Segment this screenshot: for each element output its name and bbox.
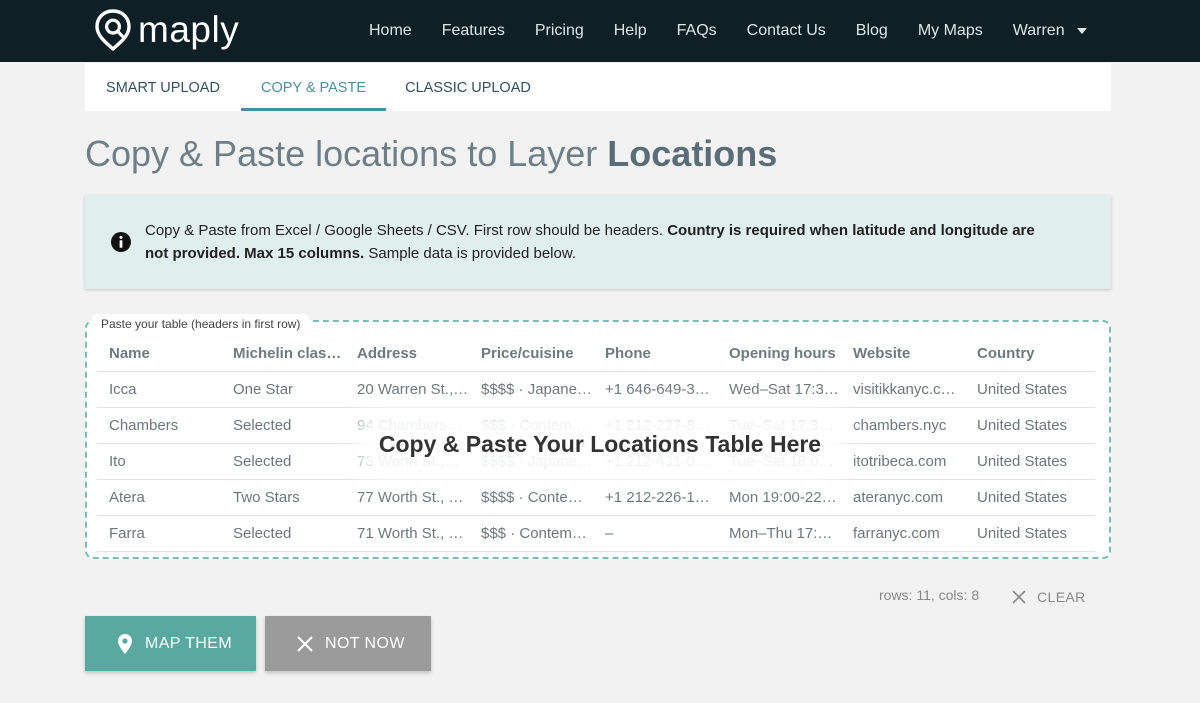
table-header-cell: Country	[977, 345, 1035, 362]
table-header-cell: Price/cuisine	[481, 345, 574, 362]
close-icon	[1012, 590, 1026, 604]
table-cell: United States	[977, 525, 1068, 542]
map-them-button[interactable]: MAP THEM	[85, 616, 256, 671]
nav-link-contact-us[interactable]: Contact Us	[732, 22, 841, 40]
table-cell: chambers.nyc	[853, 417, 947, 434]
table-cell: 77 Worth St., …	[357, 489, 464, 506]
nav-link-my-maps[interactable]: My Maps	[903, 22, 998, 40]
close-icon	[297, 636, 313, 651]
table-cell: Mon 19:00-22…	[729, 489, 837, 506]
table-cell: itotribeca.com	[853, 453, 947, 470]
paste-overlay-text: Copy & Paste Your Locations Table Here	[369, 422, 831, 466]
table-header-cell: Michelin class…	[233, 345, 345, 362]
nav-link-help[interactable]: Help	[599, 22, 662, 40]
table-row: Farra Selected 71 Worth St., … $$$ · Con…	[97, 516, 1095, 552]
nav-link-features[interactable]: Features	[427, 22, 520, 40]
table-header-cell: Name	[109, 345, 150, 362]
user-menu[interactable]: Warren	[998, 22, 1080, 40]
table-cell: Icca	[109, 381, 137, 398]
info-text: Copy & Paste from Excel / Google Sheets …	[145, 219, 1045, 265]
table-cell: United States	[977, 381, 1068, 398]
table-header-row: Name Michelin class… Address Price/cuisi…	[97, 336, 1095, 372]
table-cell: Chambers	[109, 417, 179, 434]
table-header-cell: Website	[853, 345, 911, 362]
nav-link-faqs[interactable]: FAQs	[662, 22, 732, 40]
table-cell: United States	[977, 489, 1068, 506]
table-cell: Farra	[109, 525, 145, 542]
table-cell: 20 Warren St.,…	[357, 381, 469, 398]
map-them-label: MAP THEM	[145, 634, 233, 652]
table-cell: Wed–Sat 17:3…	[729, 381, 839, 398]
nav-link-pricing[interactable]: Pricing	[520, 22, 599, 40]
tab-copy-paste[interactable]: COPY & PASTE	[241, 63, 386, 111]
page-title: Copy & Paste locations to Layer Location…	[85, 133, 777, 175]
table-header-cell: Opening hours	[729, 345, 836, 362]
tab-classic-upload[interactable]: CLASSIC UPLOAD	[386, 63, 550, 111]
table-cell: +1 646-649-3…	[605, 381, 710, 398]
table-row: Atera Two Stars 77 Worth St., … $$$$ · C…	[97, 480, 1095, 516]
table-cell: Selected	[233, 417, 292, 434]
table-cell: Two Stars	[233, 489, 300, 506]
table-cell: –	[605, 525, 614, 542]
table-cell: Selected	[233, 525, 292, 542]
table-cell: $$$ · Contem…	[481, 525, 587, 542]
table-stats: rows: 11, cols: 8	[879, 587, 980, 603]
upload-tabs: SMART UPLOAD COPY & PASTE CLASSIC UPLOAD	[85, 63, 1111, 111]
clear-button[interactable]: CLEAR	[1012, 588, 1086, 606]
table-cell: $$$$ · Japane…	[481, 381, 592, 398]
map-pin-icon	[118, 633, 132, 654]
paste-table-area[interactable]: Paste your table (headers in first row) …	[85, 314, 1111, 559]
table-cell: +1 212-226-1…	[605, 489, 710, 506]
table-cell: visitikkanyc.c…	[853, 381, 956, 398]
table-cell: United States	[977, 453, 1068, 470]
paste-area-label: Paste your table (headers in first row)	[92, 314, 310, 335]
map-pin-logo-icon	[95, 9, 131, 51]
table-cell: Selected	[233, 453, 292, 470]
brand-name: maply	[138, 9, 240, 50]
info-text-part-2: Sample data is provided below.	[364, 245, 577, 262]
info-box: Copy & Paste from Excel / Google Sheets …	[85, 195, 1111, 289]
page-title-prefix: Copy & Paste locations to Layer	[85, 133, 598, 174]
table-cell: ateranyc.com	[853, 489, 944, 506]
nav-link-blog[interactable]: Blog	[841, 22, 903, 40]
top-navbar: maply Home Features Pricing Help FAQs Co…	[0, 0, 1200, 62]
table-cell: Atera	[109, 489, 145, 506]
nav-links: Home Features Pricing Help FAQs Contact …	[354, 0, 1080, 62]
tab-smart-upload[interactable]: SMART UPLOAD	[85, 63, 241, 111]
info-text-part-1: Copy & Paste from Excel / Google Sheets …	[145, 222, 668, 239]
not-now-label: NOT NOW	[325, 634, 405, 652]
table-row: Icca One Star 20 Warren St.,… $$$$ · Jap…	[97, 372, 1095, 408]
page-title-layer: Locations	[607, 133, 778, 174]
chevron-down-icon[interactable]	[1077, 28, 1087, 34]
table-cell: United States	[977, 417, 1068, 434]
table-cell: Ito	[109, 453, 126, 470]
info-icon	[111, 232, 131, 252]
brand-logo[interactable]: maply	[94, 8, 239, 52]
table-cell: farranyc.com	[853, 525, 940, 542]
table-cell: 71 Worth St., …	[357, 525, 464, 542]
not-now-button[interactable]: NOT NOW	[265, 616, 431, 671]
clear-label: CLEAR	[1037, 589, 1086, 605]
table-cell: $$$$ · Conte…	[481, 489, 583, 506]
table-cell: One Star	[233, 381, 294, 398]
table-header-cell: Phone	[605, 345, 651, 362]
nav-link-home[interactable]: Home	[354, 22, 427, 40]
table-cell: Mon–Thu 17:…	[729, 525, 833, 542]
table-header-cell: Address	[357, 345, 418, 362]
